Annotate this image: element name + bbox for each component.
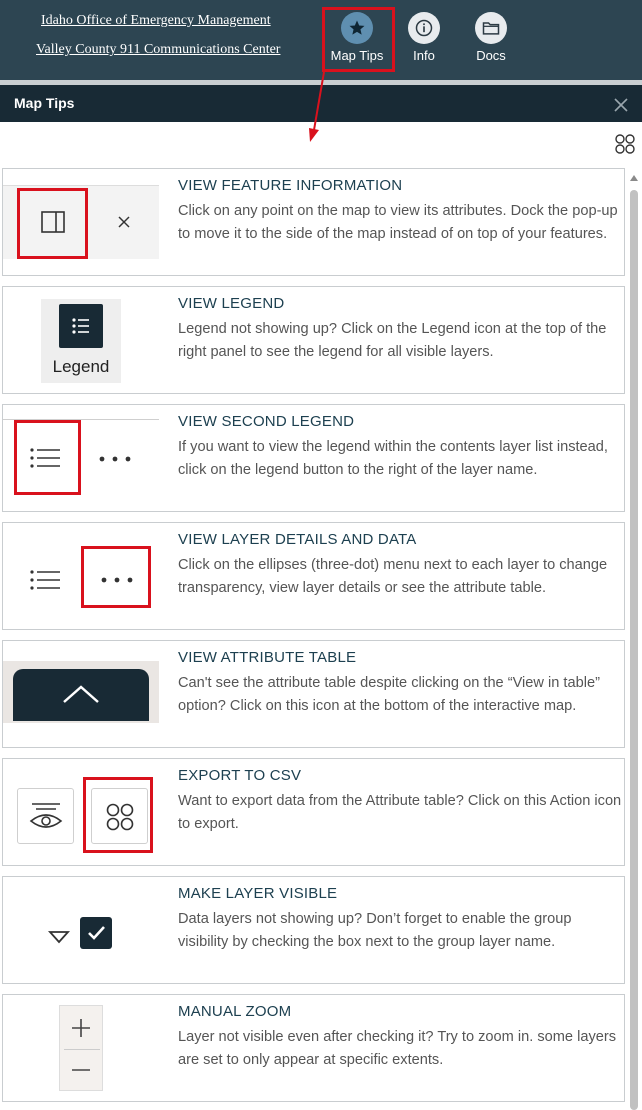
- tip-card-attribute-table: VIEW ATTRIBUTE TABLE Can't see the attri…: [2, 640, 625, 748]
- tip-title: VIEW ATTRIBUTE TABLE: [178, 649, 357, 666]
- tip-description: Click on the ellipses (three-dot) menu n…: [178, 557, 608, 596]
- tip-title: VIEW FEATURE INFORMATION: [178, 177, 403, 194]
- tip-thumbnail: [3, 995, 163, 1101]
- tip-card-export-csv: EXPORT TO CSV Want to export data from t…: [2, 758, 625, 866]
- tip-description: Want to export data from the Attribute t…: [178, 793, 622, 832]
- panel-header: Map Tips: [0, 85, 642, 122]
- info-icon: [408, 12, 440, 44]
- tip-title: VIEW SECOND LEGEND: [178, 413, 355, 430]
- tip-card-legend: Legend VIEW LEGEND Legend not showing up…: [2, 286, 625, 394]
- tip-card-feature-info: VIEW FEATURE INFORMATION Click on any po…: [2, 168, 625, 276]
- checkbox-checked-icon: [80, 917, 112, 949]
- valley-county-911-link[interactable]: Valley County 911 Communications Center: [36, 42, 280, 58]
- zoom-in-icon: [72, 1019, 90, 1037]
- visibility-icon-button: [17, 788, 74, 844]
- scrollbar[interactable]: [628, 170, 640, 1110]
- tip-thumbnail: [3, 169, 163, 275]
- chevron-up-icon: [63, 685, 99, 703]
- highlight-box: [17, 188, 88, 259]
- info-button[interactable]: Info: [394, 12, 454, 63]
- tip-description: Legend not showing up? Click on the Lege…: [178, 321, 607, 360]
- tip-card-layer-visible: MAKE LAYER VISIBLE Data layers not showi…: [2, 876, 625, 984]
- docs-button-label: Docs: [476, 48, 506, 63]
- close-icon[interactable]: [612, 96, 630, 114]
- docs-button[interactable]: Docs: [461, 12, 521, 63]
- zoom-control: [59, 1005, 103, 1091]
- ellipsis-icon: [99, 456, 131, 462]
- tip-title: VIEW LEGEND: [178, 295, 285, 312]
- tip-thumbnail: [3, 405, 163, 511]
- legend-icon: [59, 304, 103, 348]
- tip-thumbnail: [3, 759, 163, 865]
- tip-card-manual-zoom: MANUAL ZOOM Layer not visible even after…: [2, 994, 625, 1102]
- panel-title: Map Tips: [14, 95, 75, 111]
- tip-description: If you want to view the legend within th…: [178, 439, 608, 478]
- eye-icon: [29, 803, 63, 828]
- expand-table-button: [13, 669, 149, 721]
- zoom-out-icon: [72, 1069, 90, 1071]
- info-button-label: Info: [413, 48, 435, 63]
- tip-thumbnail: Legend: [3, 287, 163, 393]
- highlight-box: [322, 7, 395, 72]
- legend-thumb-label: Legend: [52, 357, 110, 376]
- highlight-box: [81, 546, 151, 608]
- close-icon: [118, 216, 130, 228]
- actions-grid-icon[interactable]: [614, 133, 636, 155]
- scrollbar-thumb[interactable]: [630, 190, 638, 1110]
- folder-icon: [475, 12, 507, 44]
- tip-thumbnail: [3, 641, 163, 747]
- tip-description: Can't see the attribute table despite cl…: [178, 675, 600, 714]
- tip-card-second-legend: VIEW SECOND LEGEND If you want to view t…: [2, 404, 625, 512]
- tip-thumbnail: [3, 523, 163, 629]
- highlight-box: [83, 777, 153, 853]
- tip-description: Click on any point on the map to view it…: [178, 203, 618, 242]
- tip-card-layer-details: VIEW LAYER DETAILS AND DATA Click on the…: [2, 522, 625, 630]
- app-header: [0, 0, 642, 80]
- tip-thumbnail: [3, 877, 163, 983]
- tip-title: EXPORT TO CSV: [178, 767, 302, 784]
- scroll-up-icon[interactable]: [630, 175, 638, 181]
- tip-title: MANUAL ZOOM: [178, 1003, 292, 1020]
- tip-description: Data layers not showing up? Don’t forget…: [178, 911, 572, 950]
- tip-title: VIEW LAYER DETAILS AND DATA: [178, 531, 417, 548]
- tip-title: MAKE LAYER VISIBLE: [178, 885, 338, 902]
- tip-description: Layer not visible even after checking it…: [178, 1029, 617, 1068]
- highlight-box: [14, 420, 81, 495]
- caret-down-icon: [48, 931, 70, 944]
- idaho-oem-link[interactable]: Idaho Office of Emergency Management: [41, 13, 271, 29]
- list-icon: [30, 570, 60, 590]
